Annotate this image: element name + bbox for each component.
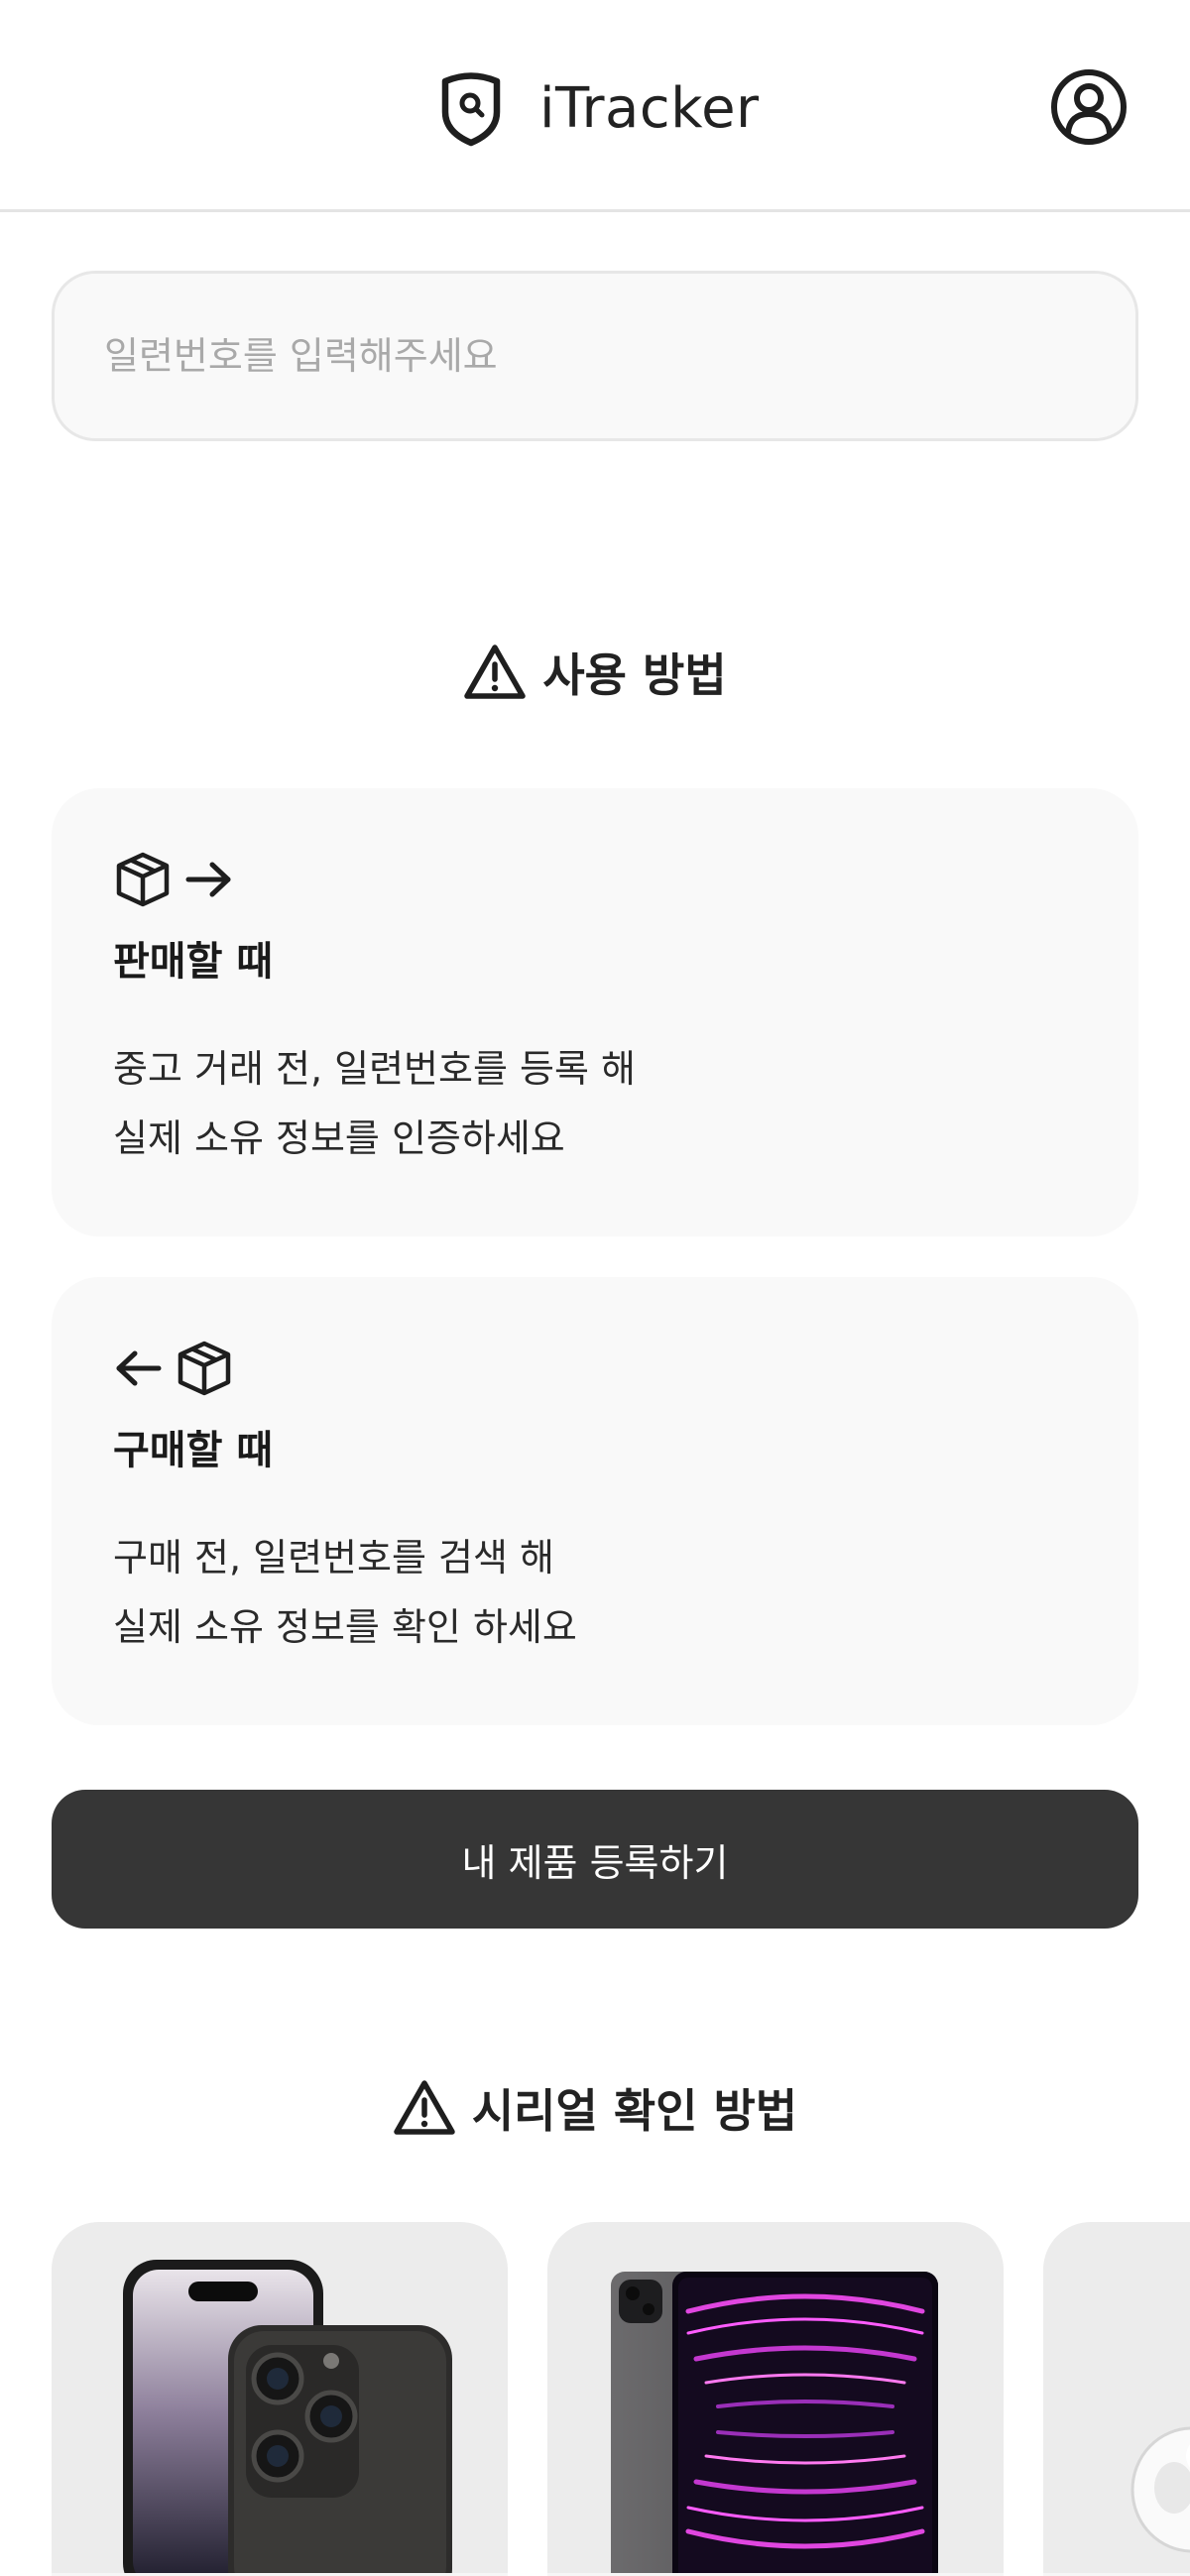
sell-card-title: 판매할 때 xyxy=(113,939,274,985)
product-card-ipad[interactable] xyxy=(547,2222,1004,2576)
profile-button[interactable] xyxy=(1049,67,1129,147)
app-page: iTracker 사용 방법 xyxy=(0,0,1190,2576)
product-card-airpods[interactable] xyxy=(1043,2222,1190,2576)
product-card-iphone[interactable] xyxy=(52,2222,508,2576)
user-circle-icon xyxy=(1051,69,1127,145)
ipad-pro-image xyxy=(611,2272,938,2576)
sell-card-description: 중고 거래 전, 일련번호를 등록 해 실제 소유 정보를 인증하세요 xyxy=(113,1034,1077,1173)
app-header: iTracker xyxy=(0,0,1190,212)
sell-guide-card: 판매할 때 중고 거래 전, 일련번호를 등록 해 실제 소유 정보를 인증하세… xyxy=(52,788,1138,1236)
description-line: 구매 전, 일련번호를 검색 해 xyxy=(113,1536,554,1580)
description-line: 실제 소유 정보를 확인 하세요 xyxy=(113,1605,577,1649)
buy-card-description: 구매 전, 일련번호를 검색 해 실제 소유 정보를 확인 하세요 xyxy=(113,1523,1077,1662)
arrow-right-icon xyxy=(185,862,231,897)
buy-guide-card: 구매할 때 구매 전, 일련번호를 검색 해 실제 소유 정보를 확인 하세요 xyxy=(52,1277,1138,1725)
description-line: 중고 거래 전, 일련번호를 등록 해 xyxy=(113,1047,636,1091)
howto-title: 사용 방법 xyxy=(542,648,727,702)
serial-check-heading: 시리얼 확인 방법 xyxy=(0,2068,1190,2148)
serial-search-input[interactable] xyxy=(104,334,1086,378)
brand-logo-link[interactable]: iTracker xyxy=(436,67,760,149)
box-icon xyxy=(178,1341,231,1396)
airpods-image xyxy=(1130,2426,1190,2553)
box-icon xyxy=(116,852,170,907)
shield-search-icon xyxy=(441,72,501,147)
arrow-left-icon xyxy=(116,1350,162,1386)
description-line: 실제 소유 정보를 인증하세요 xyxy=(113,1116,565,1160)
register-product-button[interactable]: 내 제품 등록하기 xyxy=(52,1790,1138,1929)
card-icons xyxy=(113,1337,1077,1400)
app-title: iTracker xyxy=(539,75,760,141)
warning-icon xyxy=(394,2080,455,2135)
product-carousel[interactable] xyxy=(52,2222,1190,2576)
howto-heading: 사용 방법 xyxy=(0,633,1190,712)
buy-card-title: 구매할 때 xyxy=(113,1428,274,1473)
serial-check-title: 시리얼 확인 방법 xyxy=(471,2084,798,2138)
search-box xyxy=(52,271,1138,441)
card-icons xyxy=(113,848,1077,911)
iphone-pro-image xyxy=(123,2260,452,2576)
warning-icon xyxy=(464,644,527,699)
